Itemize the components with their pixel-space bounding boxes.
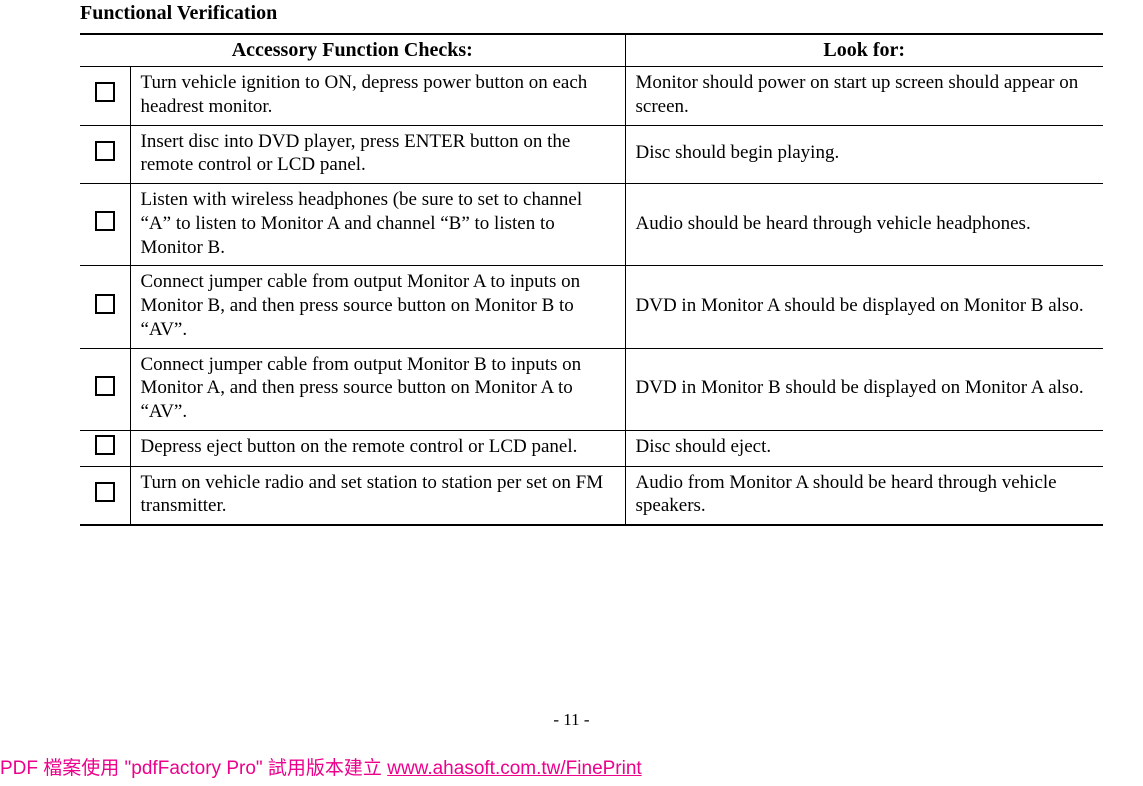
cell-check: Depress eject button on the remote contr… [130,430,625,466]
checkbox-icon[interactable] [95,211,115,231]
cell-look: Disc should eject. [625,430,1103,466]
cell-check: Connect jumper cable from output Monitor… [130,348,625,430]
table-row: Depress eject button on the remote contr… [80,430,1103,466]
cell-check: Insert disc into DVD player, press ENTER… [130,125,625,184]
section-title: Functional Verification [80,2,1103,25]
table-row: Insert disc into DVD player, press ENTER… [80,125,1103,184]
page-number: - 11 - [0,710,1143,730]
checkbox-icon[interactable] [95,82,115,102]
checkbox-icon[interactable] [95,435,115,455]
cell-check: Connect jumper cable from output Monitor… [130,266,625,348]
cell-look: Audio from Monitor A should be heard thr… [625,466,1103,525]
table-row: Connect jumper cable from output Monitor… [80,266,1103,348]
header-checks: Accessory Function Checks: [80,34,625,67]
footer-prefix: PDF 檔案使用 "pdfFactory Pro" 試用版本建立 [0,758,387,779]
cell-check: Turn vehicle ignition to ON, depress pow… [130,67,625,126]
cell-look: Audio should be heard through vehicle he… [625,184,1103,266]
checkbox-icon[interactable] [95,482,115,502]
cell-look: Disc should begin playing. [625,125,1103,184]
verification-table: Accessory Function Checks: Look for: Tur… [80,33,1103,526]
cell-look: DVD in Monitor A should be displayed on … [625,266,1103,348]
checkbox-icon[interactable] [95,294,115,314]
pdf-watermark-footer: PDF 檔案使用 "pdfFactory Pro" 試用版本建立 www.aha… [0,753,642,780]
table-header-row: Accessory Function Checks: Look for: [80,34,1103,67]
cell-look: Monitor should power on start up screen … [625,67,1103,126]
table-row: Connect jumper cable from output Monitor… [80,348,1103,430]
cell-look: DVD in Monitor B should be displayed on … [625,348,1103,430]
cell-check: Turn on vehicle radio and set station to… [130,466,625,525]
checkbox-icon[interactable] [95,141,115,161]
footer-link[interactable]: www.ahasoft.com.tw/FinePrint [387,758,641,779]
table-row: Listen with wireless headphones (be sure… [80,184,1103,266]
table-row: Turn on vehicle radio and set station to… [80,466,1103,525]
checkbox-icon[interactable] [95,376,115,396]
header-look: Look for: [625,34,1103,67]
cell-check: Listen with wireless headphones (be sure… [130,184,625,266]
table-row: Turn vehicle ignition to ON, depress pow… [80,67,1103,126]
